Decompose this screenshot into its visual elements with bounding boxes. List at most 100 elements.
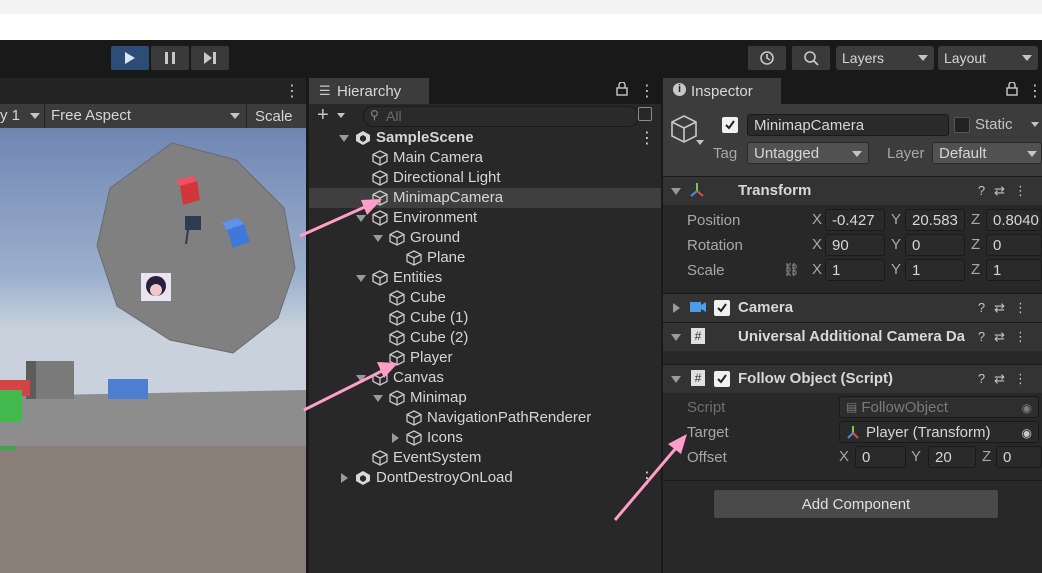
gameobject-cube-icon	[671, 115, 697, 143]
hierarchy-item[interactable]: NavigationPathRenderer	[309, 408, 661, 428]
hierarchy-item[interactable]: Entities	[309, 268, 661, 288]
chevron-down-icon[interactable]	[373, 235, 383, 242]
chevron-right-icon[interactable]	[392, 433, 399, 443]
transform-axis-icon	[690, 183, 704, 197]
target-label: Target	[687, 424, 729, 441]
hierarchy-item[interactable]: Icons	[309, 428, 661, 448]
layers-dropdown[interactable]: Layers	[836, 46, 934, 70]
chevron-down-icon	[671, 334, 681, 341]
tab-inspector[interactable]: i Inspector	[663, 78, 781, 104]
follow-enabled-checkbox[interactable]	[714, 371, 730, 387]
hierarchy-item[interactable]: Canvas	[309, 368, 661, 388]
hierarchy-item[interactable]: Main Camera	[309, 148, 661, 168]
more-icon[interactable]: ⋮	[1027, 81, 1042, 101]
game-render	[0, 128, 306, 573]
hierarchy-item[interactable]: SampleScene ⋮	[309, 128, 661, 148]
offset-y-field[interactable]: 20	[928, 446, 976, 468]
object-name-field[interactable]: MinimapCamera	[747, 114, 949, 136]
more-icon[interactable]: ⋮	[284, 81, 300, 101]
camera-enabled-checkbox[interactable]	[714, 300, 730, 316]
more-icon[interactable]: ⋮	[639, 468, 655, 488]
component-menu-icons[interactable]: ?⇄⋮	[978, 300, 1036, 316]
tag-dropdown[interactable]: Untagged	[747, 142, 869, 164]
static-checkbox[interactable]	[954, 117, 970, 133]
scale-y-field[interactable]: 1	[905, 259, 965, 281]
gameobject-cube-icon	[372, 150, 388, 166]
hierarchy-item[interactable]: Environment	[309, 208, 661, 228]
active-checkbox[interactable]	[722, 117, 738, 133]
hierarchy-item[interactable]: Cube (2)	[309, 328, 661, 348]
display-dropdown[interactable]: y 1	[0, 107, 20, 124]
chevron-down-icon[interactable]	[356, 275, 366, 282]
offset-x-axis-label: X	[839, 448, 850, 465]
chevron-down-icon[interactable]	[356, 215, 366, 222]
layer-dropdown[interactable]: Default	[932, 142, 1042, 164]
follow-object-header[interactable]: # Follow Object (Script) ?⇄⋮	[663, 364, 1042, 393]
hierarchy-item-label: Directional Light	[393, 169, 501, 186]
position-z-field[interactable]: 0.8040	[986, 209, 1042, 231]
offset-x-field[interactable]: 0	[855, 446, 906, 468]
gameobject-cube-icon	[406, 430, 422, 446]
position-y-field[interactable]: 20.583	[905, 209, 965, 231]
hierarchy-item[interactable]: Player	[309, 348, 661, 368]
offset-z-field[interactable]: 0	[996, 446, 1042, 468]
hierarchy-item[interactable]: Directional Light	[309, 168, 661, 188]
aspect-dropdown[interactable]: Free Aspect	[51, 107, 131, 124]
hierarchy-item[interactable]: DontDestroyOnLoad ⋮	[309, 468, 661, 488]
rotation-y-field[interactable]: 0	[905, 234, 965, 256]
hierarchy-item[interactable]: Ground	[309, 228, 661, 248]
rotation-x-field[interactable]: 90	[825, 234, 885, 256]
lock-icon[interactable]	[616, 81, 628, 99]
gameobject-cube-icon	[372, 190, 388, 206]
urp-camera-header[interactable]: # Universal Additional Camera Da ?⇄⋮	[663, 322, 1042, 351]
chevron-right-icon[interactable]	[341, 473, 348, 483]
transform-header[interactable]: Transform ?⇄⋮	[663, 176, 1042, 205]
history-button[interactable]	[748, 46, 786, 70]
chevron-down-icon	[696, 140, 704, 145]
constrain-proportions-icon[interactable]: ⛓	[783, 262, 800, 278]
lock-icon[interactable]	[1006, 81, 1018, 99]
game-view[interactable]: ⋮ y 1 Free Aspect Scale	[0, 78, 306, 573]
chevron-right-icon	[673, 303, 680, 313]
game-tab-bar: ⋮	[0, 78, 306, 104]
scale-x-field[interactable]: 1	[825, 259, 885, 281]
gameobject-cube-icon	[372, 170, 388, 186]
hierarchy-item[interactable]: Cube (1)	[309, 308, 661, 328]
scale-z-field[interactable]: 1	[986, 259, 1042, 281]
chevron-down-icon[interactable]	[356, 375, 366, 382]
more-icon[interactable]: ⋮	[639, 128, 655, 148]
play-button[interactable]	[111, 46, 149, 70]
tab-hierarchy[interactable]: ☰ Hierarchy	[309, 78, 429, 104]
search-button[interactable]	[792, 46, 830, 70]
component-menu-icons[interactable]: ?⇄⋮	[978, 329, 1036, 345]
follow-object-title: Follow Object (Script)	[738, 370, 894, 387]
list-icon: ☰	[319, 83, 331, 98]
target-field[interactable]: Player (Transform) ◉	[839, 421, 1039, 443]
component-menu-icons[interactable]: ?⇄⋮	[978, 183, 1036, 199]
hierarchy-item[interactable]: EventSystem	[309, 448, 661, 468]
chevron-down-icon[interactable]	[373, 395, 383, 402]
search-by-type-icon[interactable]	[638, 107, 652, 121]
hierarchy-item[interactable]: MinimapCamera	[309, 188, 661, 208]
chevron-down-icon	[671, 188, 681, 195]
chevron-down-icon[interactable]	[1031, 122, 1039, 127]
hierarchy-item[interactable]: Plane	[309, 248, 661, 268]
object-picker-icon[interactable]: ◉	[1022, 426, 1032, 440]
position-z-axis-label: Z	[971, 211, 981, 228]
hierarchy-search-input[interactable]: ⚲ All	[363, 106, 639, 127]
step-button[interactable]	[191, 46, 229, 70]
hierarchy-item[interactable]: Cube	[309, 288, 661, 308]
add-button[interactable]: +	[317, 104, 329, 127]
hierarchy-item[interactable]: Minimap	[309, 388, 661, 408]
camera-header[interactable]: Camera ?⇄⋮	[663, 293, 1042, 322]
layout-dropdown[interactable]: Layout	[938, 46, 1038, 70]
offset-label: Offset	[687, 449, 727, 466]
add-component-button[interactable]: Add Component	[713, 489, 999, 519]
gameobject-cube-icon	[406, 410, 422, 426]
position-x-field[interactable]: -0.427	[825, 209, 885, 231]
component-menu-icons[interactable]: ?⇄⋮	[978, 371, 1036, 387]
chevron-down-icon[interactable]	[339, 135, 349, 142]
more-icon[interactable]: ⋮	[639, 81, 655, 101]
rotation-z-field[interactable]: 0	[986, 234, 1042, 256]
pause-button[interactable]	[151, 46, 189, 70]
